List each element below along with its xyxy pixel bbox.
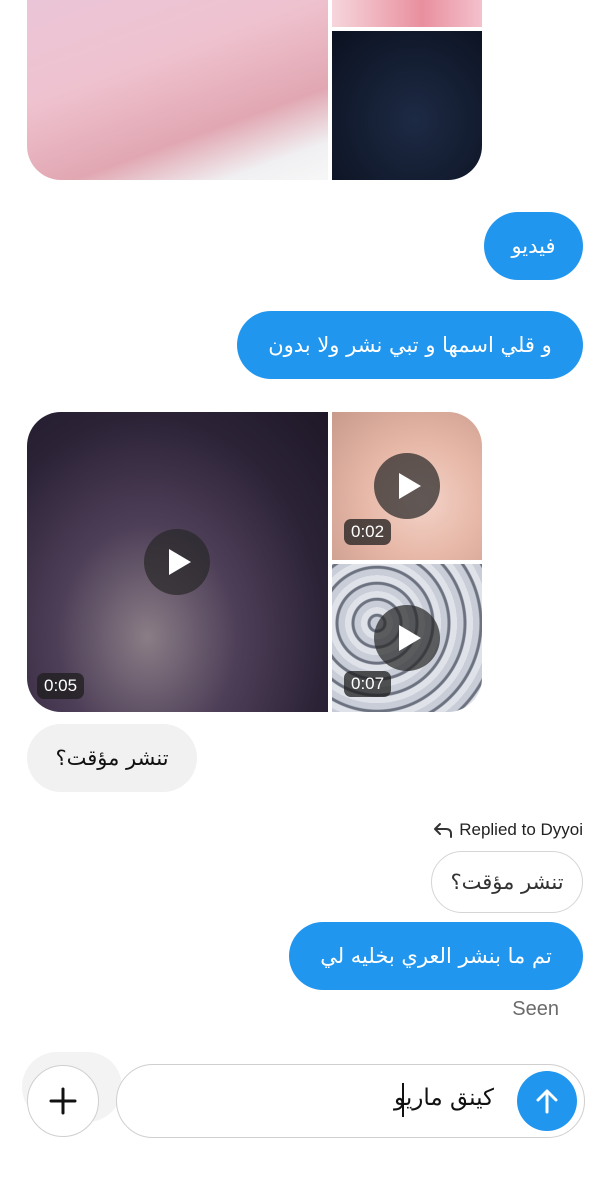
replied-to-text: Replied to Dyyoi xyxy=(459,820,583,839)
message-text: فيديو xyxy=(511,234,556,258)
video-tile[interactable]: 0:05 xyxy=(27,412,328,712)
play-icon[interactable] xyxy=(144,529,210,595)
video-tile[interactable]: 0:07 xyxy=(332,564,482,712)
photo-tile[interactable] xyxy=(332,31,482,180)
video-duration: 0:05 xyxy=(37,673,85,699)
plus-icon xyxy=(49,1087,77,1115)
video-duration: 0:07 xyxy=(344,671,392,697)
image-message-group[interactable] xyxy=(27,0,482,180)
replied-to-label: Replied to Dyyoi xyxy=(433,820,583,840)
send-button[interactable] xyxy=(517,1071,577,1131)
add-attachment-button[interactable] xyxy=(27,1065,99,1137)
photo-tile[interactable] xyxy=(27,0,328,180)
photo-tile[interactable] xyxy=(332,0,482,27)
received-message-bubble[interactable]: تنشر مؤقت؟ xyxy=(27,724,197,792)
message-input-text: كينق ماريو xyxy=(393,1085,494,1111)
reply-arrow-icon xyxy=(434,823,453,838)
text-caret xyxy=(402,1083,404,1117)
quoted-text: تنشر مؤقت؟ xyxy=(450,870,564,894)
message-text: تنشر مؤقت؟ xyxy=(55,746,169,770)
play-icon[interactable] xyxy=(374,605,440,671)
message-input[interactable]: كينق ماريو xyxy=(116,1064,585,1138)
arrow-up-icon xyxy=(536,1089,558,1114)
sent-message-bubble[interactable]: تم ما بنشر العري بخليه لي xyxy=(289,922,583,990)
quoted-message[interactable]: تنشر مؤقت؟ xyxy=(431,851,583,913)
sent-message-bubble[interactable]: فيديو xyxy=(484,212,583,280)
video-tile[interactable]: 0:02 xyxy=(332,412,482,560)
video-message-group[interactable]: 0:05 0:02 0:07 xyxy=(27,412,482,712)
play-icon[interactable] xyxy=(374,453,440,519)
message-text: تم ما بنشر العري بخليه لي xyxy=(320,944,552,968)
sent-message-bubble[interactable]: و قلي اسمها و تبي نشر ولا بدون xyxy=(237,311,583,379)
message-text: و قلي اسمها و تبي نشر ولا بدون xyxy=(268,333,552,357)
video-duration: 0:02 xyxy=(344,519,392,545)
seen-status: Seen xyxy=(512,998,559,1020)
